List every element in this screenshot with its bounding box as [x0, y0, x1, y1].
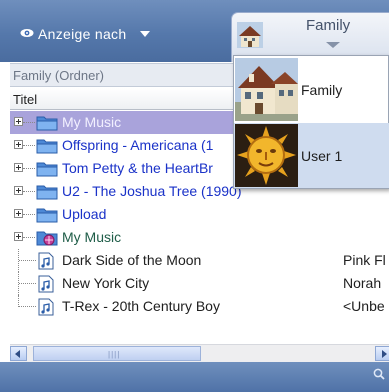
profile-option-label: User 1	[301, 148, 343, 164]
scroll-left-button[interactable]	[10, 346, 27, 361]
scroll-right-button[interactable]	[375, 346, 389, 361]
view-by-menu[interactable]: Anzeige nach	[20, 22, 151, 46]
tree-item-label: U2 - The Joshua Tree (1990)	[62, 183, 242, 199]
tree-item-label: Dark Side of the Moon	[62, 252, 202, 268]
house-photo-icon	[235, 58, 298, 121]
music-file-icon	[38, 252, 54, 270]
bottom-bar	[0, 362, 389, 392]
tree-folder-row[interactable]: Upload	[10, 203, 389, 226]
profile-option-user-1[interactable]: User 1	[234, 123, 389, 188]
tree-item-label: My Music	[62, 114, 122, 130]
tree-item-label: T-Rex - 20th Century Boy	[62, 298, 220, 314]
music-file-icon	[38, 275, 54, 293]
expand-toggle[interactable]	[14, 140, 23, 149]
arrow-right-icon	[382, 350, 387, 358]
artist-cell: Pink Fl	[343, 252, 386, 268]
tree-file-row[interactable]: New York City Norah	[10, 272, 389, 295]
tree-file-row[interactable]: Dark Side of the Moon Pink Fl	[10, 249, 389, 272]
chevron-down-icon	[326, 42, 340, 48]
search-icon[interactable]	[373, 368, 385, 380]
music-file-icon	[38, 298, 54, 316]
tree-item-label: Upload	[62, 206, 107, 222]
chevron-down-icon	[140, 31, 151, 37]
tree-item-label: Tom Petty & the HeartBr	[62, 160, 213, 176]
arrow-left-icon	[15, 350, 20, 358]
network-folder-icon	[36, 231, 58, 246]
grip-icon: ||||	[108, 350, 121, 359]
sun-face-icon	[235, 124, 298, 187]
eye-icon	[20, 29, 34, 37]
toolbar: Anzeige nach Family	[0, 0, 389, 62]
profile-name: Family	[306, 17, 351, 34]
expand-toggle[interactable]	[14, 117, 23, 126]
tree-item-label: New York City	[62, 275, 150, 291]
profile-option-family[interactable]: Family	[234, 57, 389, 122]
folder-icon	[36, 139, 58, 154]
folder-icon	[36, 162, 58, 177]
expand-toggle[interactable]	[14, 163, 23, 172]
folder-icon	[36, 208, 58, 223]
left-gutter	[0, 62, 10, 362]
scrollbar-thumb[interactable]: ||||	[33, 346, 201, 361]
tree-network-folder-row[interactable]: My Music	[10, 226, 389, 249]
folder-icon	[36, 185, 58, 200]
expand-toggle[interactable]	[14, 232, 23, 241]
expand-toggle[interactable]	[14, 186, 23, 195]
artist-cell: <Unbe	[343, 298, 385, 314]
folder-icon	[36, 116, 58, 131]
expand-toggle[interactable]	[14, 209, 23, 218]
horizontal-scrollbar[interactable]: ||||	[10, 344, 389, 362]
profile-option-label: Family	[301, 82, 343, 98]
tree-item-label: My Music	[62, 229, 122, 245]
tree-file-row[interactable]: T-Rex - 20th Century Boy <Unbe	[10, 295, 389, 318]
profile-dropdown: Family User 1	[233, 55, 389, 189]
house-icon	[237, 22, 263, 48]
artist-cell: Norah	[343, 275, 382, 291]
view-by-label: Anzeige nach	[38, 26, 127, 42]
tree-item-label: Offspring - Americana (1	[62, 137, 214, 153]
